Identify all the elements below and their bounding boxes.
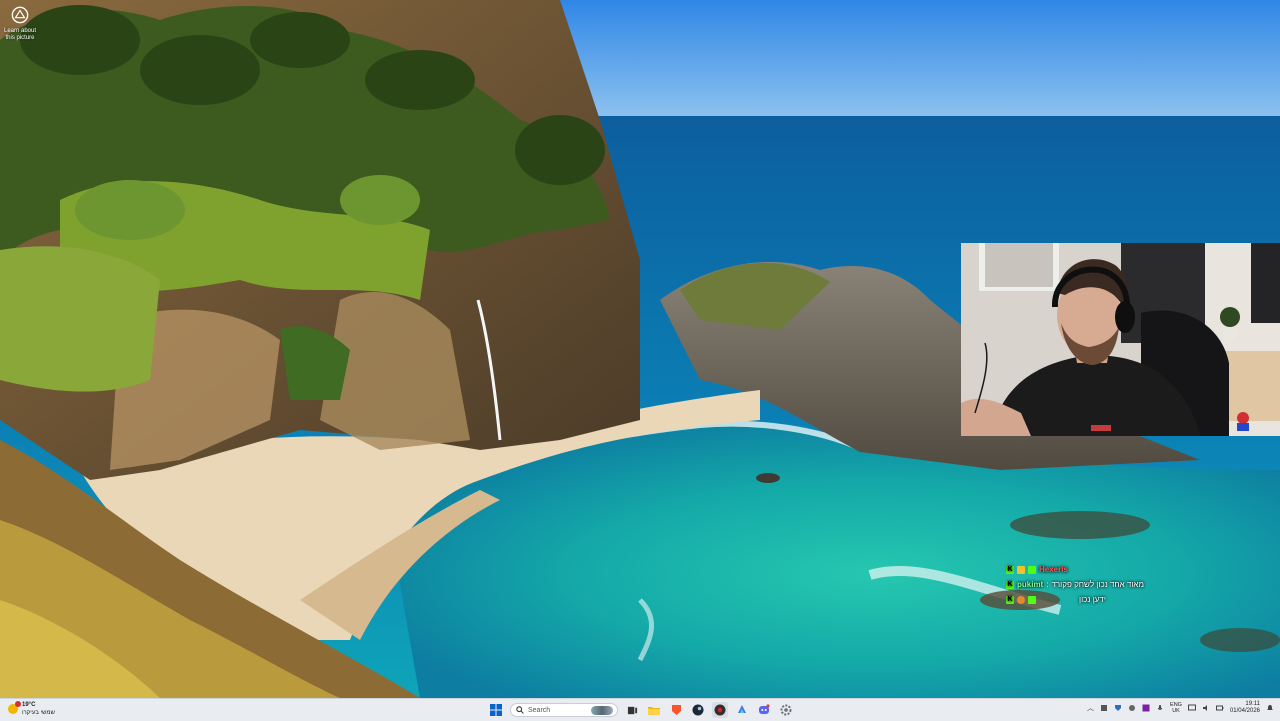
taskbar: 19°C שמשי בעיקרו Search ︿ ENG UK 19:11 0… xyxy=(0,698,1280,721)
chat-text: מאוד אחד נכון לשחק פקורד xyxy=(1051,580,1144,589)
search-icon xyxy=(516,706,524,714)
learn-icon-label-line1: Learn about xyxy=(3,28,37,34)
start-button[interactable] xyxy=(488,702,504,718)
language-bottom: UK xyxy=(1172,708,1180,714)
search-placeholder: Search xyxy=(528,706,551,714)
kick-badge-icon: K xyxy=(1006,595,1014,604)
brave-browser-icon xyxy=(671,705,681,715)
system-tray: ︿ ENG UK 19:11 01/04/2026 xyxy=(1087,701,1274,715)
chat-message: K pukimt : מאוד אחד נכון לשחק פקורד xyxy=(1006,577,1176,592)
webcam-overlay xyxy=(961,243,1280,436)
task-view-icon xyxy=(627,706,637,714)
task-view-button[interactable] xyxy=(624,702,640,718)
brave-browser-button[interactable] xyxy=(668,702,684,718)
camera-info-icon xyxy=(11,6,29,24)
microphone-icon[interactable] xyxy=(1156,704,1164,712)
volume-icon[interactable] xyxy=(1202,704,1210,712)
chat-message: K ידען נכון xyxy=(1006,592,1176,607)
chevron-up-icon[interactable]: ︿ xyxy=(1087,703,1094,713)
gifter-badge-icon xyxy=(1017,595,1025,604)
obs-button[interactable] xyxy=(712,702,728,718)
chat-text: ידען נכון xyxy=(1079,595,1106,604)
taskbar-center: Search xyxy=(488,702,794,718)
copilot-icon xyxy=(738,705,746,713)
weather-condition: שמשי בעיקרו xyxy=(22,710,55,716)
discord-button[interactable] xyxy=(756,702,772,718)
stream-chat-overlay: K Hexeris K pukimt : מאוד אחד נכון לשחק … xyxy=(1006,562,1176,607)
chat-username: Hexeris xyxy=(1039,565,1068,574)
vip-badge-icon xyxy=(1028,565,1036,574)
clock-date: 01/04/2026 xyxy=(1229,708,1260,714)
notification-bell-icon[interactable] xyxy=(1266,704,1274,712)
chat-username: pukimt xyxy=(1017,580,1044,589)
webcam-feed xyxy=(961,243,1280,436)
copilot-button[interactable] xyxy=(734,702,750,718)
vip-badge-icon xyxy=(1028,595,1036,604)
clock-time: 19:11 xyxy=(1245,701,1260,707)
kick-badge-icon: K xyxy=(1006,580,1014,589)
weather-widget[interactable]: 19°C שמשי בעיקרו xyxy=(8,701,55,717)
search-highlight-image xyxy=(591,706,613,715)
obs-icon xyxy=(714,704,726,716)
settings-button[interactable] xyxy=(778,702,794,718)
chat-message: K Hexeris xyxy=(1006,562,1176,577)
file-explorer-button[interactable] xyxy=(646,702,662,718)
discord-icon xyxy=(759,704,770,714)
windows-start-icon xyxy=(490,704,502,716)
learn-icon-label-line2: this picture xyxy=(5,35,35,41)
battery-icon[interactable] xyxy=(1215,704,1224,712)
file-explorer-icon xyxy=(648,706,660,715)
steam-icon xyxy=(692,704,704,716)
taskbar-search[interactable]: Search xyxy=(510,703,618,717)
chat-separator: : xyxy=(1046,580,1049,589)
sun-alert-icon xyxy=(8,701,21,714)
weather-text: 19°C שמשי בעיקרו xyxy=(22,701,55,717)
monitor-icon[interactable] xyxy=(1187,704,1196,712)
kick-badge-icon: K xyxy=(1006,565,1014,574)
circle-tray-icon[interactable] xyxy=(1128,704,1136,712)
weather-temperature: 19°C xyxy=(22,702,36,708)
settings-icon xyxy=(780,704,792,716)
n-app-tray-icon[interactable] xyxy=(1142,704,1150,712)
steam-button[interactable] xyxy=(690,702,706,718)
language-indicator[interactable]: ENG UK xyxy=(1170,702,1182,714)
clock[interactable]: 19:11 01/04/2026 xyxy=(1230,701,1260,715)
shield-tray-icon[interactable] xyxy=(1114,704,1122,712)
app-tray-icon[interactable] xyxy=(1100,704,1108,712)
subscriber-badge-icon xyxy=(1017,565,1025,574)
learn-about-picture-shortcut[interactable]: Learn about this picture xyxy=(2,6,38,42)
